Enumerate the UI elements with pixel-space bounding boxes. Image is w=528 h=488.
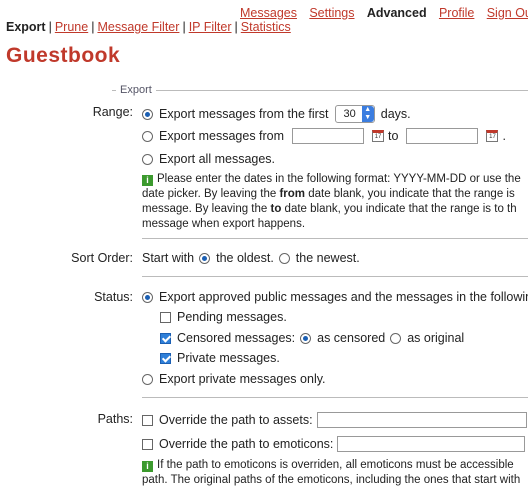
range-info-line: message. By leaving the	[142, 203, 271, 215]
sort-newest-text: the newest.	[295, 251, 360, 265]
separator: |	[48, 20, 52, 34]
fieldset-border	[112, 90, 528, 91]
assets-row: Override the path to assets:	[142, 412, 528, 428]
sort-oldest-text: the oldest.	[216, 251, 274, 265]
emoticons-row: Override the path to emoticons:	[142, 436, 528, 452]
calendar-icon[interactable]: 17	[372, 130, 385, 142]
censored-checkbox[interactable]	[160, 332, 171, 344]
assets-checkbox[interactable]	[142, 414, 153, 426]
status-private-row: Export private messages only.	[142, 372, 326, 386]
range-from-row: Export messages from 17 to 17 .	[142, 128, 506, 144]
subnav-prune[interactable]: Prune	[55, 20, 88, 34]
range-label: Range:	[92, 105, 133, 119]
range-first-suffix: days.	[380, 107, 411, 121]
divider	[142, 397, 528, 398]
emoticons-text: Override the path to emoticons:	[159, 437, 334, 451]
private-checkbox[interactable]	[160, 352, 171, 364]
sort-oldest-radio[interactable]	[199, 252, 211, 264]
range-info-line: Please enter the dates in the following …	[157, 173, 521, 185]
censored-row: Censored messages: as censored as origin…	[160, 331, 464, 345]
info-icon: i	[142, 461, 153, 472]
range-period: .	[502, 129, 506, 143]
sort-row: Start with the oldest. the newest.	[142, 251, 360, 265]
range-info-bold: to	[270, 203, 282, 215]
nav-profile[interactable]: Profile	[439, 6, 474, 20]
range-first-text: Export messages from the first	[159, 107, 329, 121]
nav-settings[interactable]: Settings	[309, 6, 354, 20]
as-original-text: as original	[407, 331, 465, 345]
censored-text: Censored messages:	[177, 331, 296, 345]
assets-text: Override the path to assets:	[159, 413, 313, 427]
nav-sign-out[interactable]: Sign Out	[487, 6, 528, 20]
status-public-row: Export approved public messages and the …	[142, 290, 528, 304]
separator: |	[182, 20, 186, 34]
status-public-text: Export approved public messages and the …	[159, 290, 528, 304]
info-icon: i	[142, 175, 153, 186]
sub-nav: Export | Prune | Message Filter | IP Filter | St…	[6, 20, 291, 34]
subnav-message-filter[interactable]: Message Filter	[97, 20, 179, 34]
range-info: i Please enter the dates in the following…	[142, 172, 528, 232]
status-label: Status:	[94, 290, 133, 304]
range-all-row: Export all messages.	[142, 152, 275, 166]
status-private-only-radio[interactable]	[142, 373, 153, 385]
separator: |	[91, 20, 95, 34]
as-censored-text: as censored	[317, 331, 386, 345]
range-to-text: to	[388, 129, 399, 143]
private-text: Private messages.	[177, 351, 280, 365]
status-public-radio[interactable]	[142, 291, 153, 303]
range-info-bold: from	[279, 188, 306, 200]
to-date-input[interactable]	[406, 128, 479, 144]
fieldset-legend: Export	[116, 84, 156, 96]
assets-path-input[interactable]	[316, 412, 527, 428]
days-select-value: 30	[343, 108, 356, 120]
subnav-export: Export	[6, 20, 46, 34]
private-row: Private messages.	[160, 351, 280, 365]
paths-label: Paths:	[97, 412, 133, 426]
subnav-statistics[interactable]: Statistics	[241, 20, 291, 34]
range-from-radio[interactable]	[142, 130, 153, 142]
range-all-text: Export all messages.	[159, 152, 276, 166]
paths-info-line: path. The original paths of the emoticon…	[142, 474, 521, 486]
as-censored-radio[interactable]	[300, 332, 312, 344]
pending-text: Pending messages.	[177, 310, 287, 324]
range-info-line: message when export happens.	[142, 218, 306, 230]
status-private-only-text: Export private messages only.	[159, 372, 326, 386]
chevron-updown-icon: ▲ ▼	[361, 106, 374, 122]
range-info-line: date picker. By leaving the	[142, 188, 280, 200]
nav-advanced: Advanced	[366, 6, 427, 20]
emoticons-checkbox[interactable]	[142, 438, 153, 450]
range-from-text: Export messages from	[159, 129, 285, 143]
nav-messages[interactable]: Messages	[240, 6, 297, 20]
sort-label: Sort Order:	[71, 251, 133, 265]
top-nav: Messages Settings Advanced Profile Sign …	[240, 6, 528, 20]
divider	[142, 238, 528, 239]
range-first-row: Export messages from the first 30 ▲ ▼ days…	[142, 105, 411, 123]
page-title: Guestbook	[6, 44, 121, 67]
paths-info-line: If the path to emoticons is overriden, a…	[157, 459, 514, 471]
as-original-radio[interactable]	[390, 332, 402, 344]
separator: |	[234, 20, 238, 34]
days-select[interactable]: 30 ▲ ▼	[334, 105, 375, 123]
from-date-input[interactable]	[292, 128, 365, 144]
sort-prefix: Start with	[142, 251, 195, 265]
calendar-icon[interactable]: 17	[486, 130, 499, 142]
range-info-line: date blank, you indicate that the range …	[305, 188, 515, 200]
sort-newest-radio[interactable]	[278, 252, 290, 264]
range-all-radio[interactable]	[142, 153, 153, 165]
divider	[142, 276, 528, 277]
range-first-radio[interactable]	[142, 108, 153, 120]
range-info-line: date blank, you indicate that the range …	[281, 203, 517, 215]
emoticons-path-input[interactable]	[337, 436, 526, 452]
paths-info: i If the path to emoticons is overriden, …	[142, 458, 528, 488]
pending-row: Pending messages.	[160, 310, 287, 324]
pending-checkbox[interactable]	[160, 311, 171, 323]
subnav-ip-filter[interactable]: IP Filter	[189, 20, 232, 34]
